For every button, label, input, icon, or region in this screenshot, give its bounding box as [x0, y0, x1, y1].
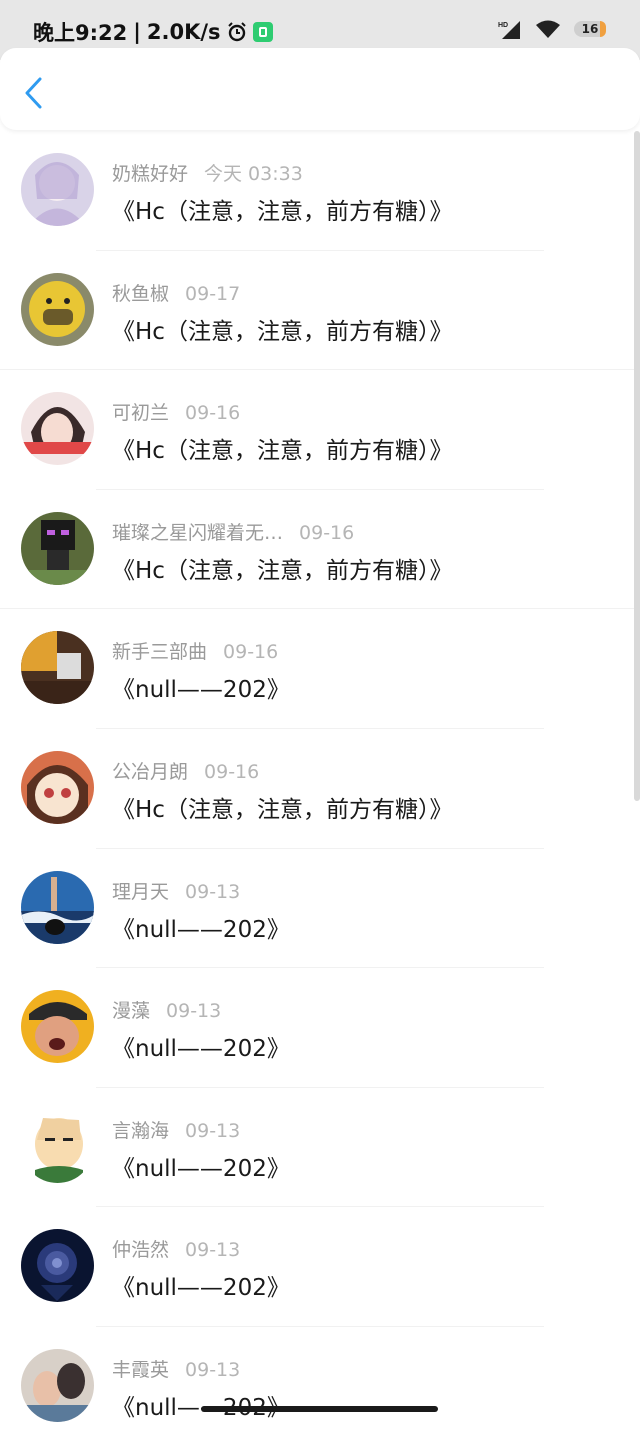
- message-list: 奶糕好好 今天 03:33 《Hc（注意，注意，前方有糖）》 秋鱼椒 09-17 《…: [0, 131, 640, 1447]
- sender-name: 璀璨之星闪耀着无…: [112, 521, 284, 544]
- message-title: 《Hc（注意，注意，前方有糖）》: [112, 199, 453, 225]
- message-title: 《null——202》: [112, 916, 290, 943]
- sender-name: 奶糕好好: [112, 163, 189, 185]
- message-title: 《Hc（注意，注意，前方有糖）》: [112, 318, 453, 345]
- avatar: [21, 511, 94, 585]
- avatar: [21, 1348, 94, 1422]
- message-title: 《null——202》: [112, 1036, 290, 1063]
- chevron-left-icon: [25, 77, 42, 109]
- list-item[interactable]: 言瀚海 09-13 《null——202》: [0, 1088, 640, 1208]
- message-meta: 公冶月朗 09-16: [112, 757, 259, 784]
- avatar: [21, 1229, 94, 1303]
- list-item[interactable]: 仲浩然 09-13 《null——202》: [0, 1207, 640, 1327]
- message-meta: 新手三部曲 09-16: [112, 637, 278, 664]
- sender-name: 丰霞英: [112, 1358, 170, 1381]
- message-time: 09-13: [166, 1000, 222, 1023]
- message-title: 《Hc（注意，注意，前方有糖）》: [112, 557, 453, 584]
- message-title: 《null——202》: [112, 1275, 290, 1302]
- list-item[interactable]: 理月天 09-13 《null——202》: [0, 849, 640, 969]
- message-time: 09-13: [185, 1119, 241, 1142]
- avatar: [21, 392, 94, 466]
- sender-name: 秋鱼椒: [112, 282, 170, 305]
- message-time: 09-16: [185, 402, 241, 425]
- status-right: HD 16: [498, 19, 606, 39]
- message-meta: 可初兰 09-16: [112, 398, 240, 425]
- svg-text:HD: HD: [498, 22, 508, 29]
- message-time: 09-16: [223, 641, 279, 664]
- sender-name: 言瀚海: [112, 1119, 170, 1142]
- message-meta: 言瀚海 09-13: [112, 1116, 240, 1143]
- list-item[interactable]: 新手三部曲 09-16 《null——202》: [0, 609, 640, 729]
- message-meta: 奶糕好好 今天 03:33: [112, 159, 303, 186]
- avatar: [21, 1109, 94, 1183]
- message-time: 今天 03:33: [204, 163, 303, 185]
- wifi-icon: [536, 20, 560, 38]
- list-item[interactable]: 奶糕好好 今天 03:33 《Hc（注意，注意，前方有糖）》: [0, 131, 640, 251]
- battery-icon: 16: [574, 21, 606, 37]
- message-time: 09-13: [185, 1239, 241, 1262]
- message-meta: 漫藻 09-13: [112, 996, 221, 1023]
- avatar: [21, 272, 94, 346]
- message-time: 09-13: [185, 1358, 241, 1381]
- list-item[interactable]: 漫藻 09-13 《null——202》: [0, 968, 640, 1088]
- back-button[interactable]: [20, 76, 50, 110]
- message-title: 《null——202》: [112, 677, 290, 704]
- list-item[interactable]: 公冶月朗 09-16 《Hc（注意，注意，前方有糖）》: [0, 729, 640, 849]
- nav-bar: [0, 48, 640, 130]
- sender-name: 理月天: [112, 880, 170, 903]
- alarm-clock-icon: [227, 22, 246, 42]
- message-meta: 丰霞英 09-13: [112, 1355, 240, 1382]
- avatar: [21, 750, 94, 824]
- home-indicator[interactable]: [201, 1406, 438, 1412]
- list-item[interactable]: 可初兰 09-16 《Hc（注意，注意，前方有糖）》: [0, 370, 640, 490]
- sender-name: 公冶月朗: [112, 760, 189, 783]
- status-time: 晚上9:22: [33, 21, 128, 45]
- message-time: 09-13: [185, 880, 241, 903]
- hd-signal-icon: HD: [498, 21, 520, 39]
- message-meta: 理月天 09-13: [112, 877, 240, 904]
- avatar: [21, 870, 94, 944]
- message-title: 《Hc（注意，注意，前方有糖）》: [112, 438, 453, 465]
- list-item[interactable]: 秋鱼椒 09-17 《Hc（注意，注意，前方有糖）》: [0, 251, 640, 371]
- message-time: 09-17: [185, 282, 241, 305]
- message-meta: 璀璨之星闪耀着无… 09-16: [112, 518, 354, 545]
- message-time: 09-16: [299, 521, 355, 544]
- network-speed: 2.0K/s: [146, 20, 221, 44]
- sender-name: 可初兰: [112, 402, 170, 425]
- app-notification-icon: [252, 22, 273, 42]
- status-separator: |: [133, 20, 141, 44]
- sender-name: 仲浩然: [112, 1239, 170, 1262]
- message-title: 《null——202》: [112, 1155, 290, 1182]
- status-left: 晚上9:22 | 2.0K/s: [33, 17, 273, 47]
- message-time: 09-16: [204, 760, 260, 783]
- sender-name: 漫藻: [112, 1000, 151, 1023]
- message-title: 《Hc（注意，注意，前方有糖）》: [112, 796, 453, 823]
- battery-level: 16: [581, 22, 599, 36]
- list-item[interactable]: 璀璨之星闪耀着无… 09-16 《Hc（注意，注意，前方有糖）》: [0, 490, 640, 610]
- scrollbar[interactable]: [634, 131, 640, 801]
- message-meta: 仲浩然 09-13: [112, 1235, 240, 1262]
- message-meta: 秋鱼椒 09-17: [112, 279, 240, 306]
- avatar: [21, 990, 94, 1064]
- message-title: 《null——202》: [112, 1394, 290, 1421]
- list-item[interactable]: 丰霞英 09-13 《null——202》: [0, 1327, 640, 1447]
- avatar: [21, 631, 94, 705]
- avatar: [21, 153, 94, 226]
- sender-name: 新手三部曲: [112, 641, 208, 664]
